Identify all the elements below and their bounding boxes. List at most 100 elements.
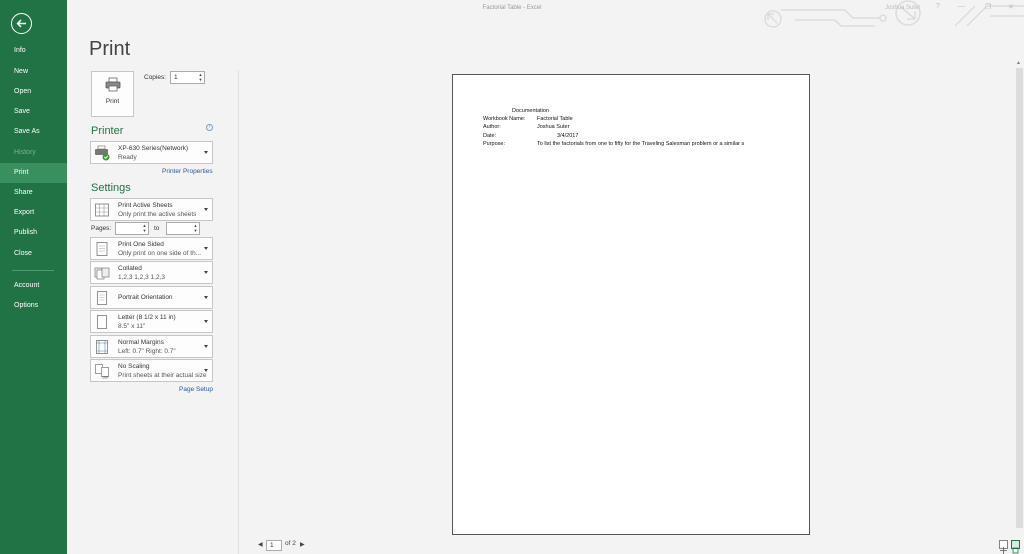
nav-history: History xyxy=(14,149,36,156)
paper-size-sub: 8.5" x 11" xyxy=(118,323,146,330)
nav-new[interactable]: New xyxy=(0,62,67,82)
doc-row-value: Joshua Suter xyxy=(537,124,570,130)
pages-to-spin-icon[interactable]: ▲ ▼ xyxy=(192,223,199,234)
nav-account[interactable]: Account xyxy=(0,276,67,296)
chevron-down-icon xyxy=(204,271,208,274)
pages-from-input[interactable]: ▲ ▼ xyxy=(115,222,149,235)
scaling-title: No Scaling xyxy=(118,363,150,370)
pages-label: Pages: xyxy=(91,225,112,232)
printer-name: XP-630 Series(Network) xyxy=(118,145,189,152)
pages-from-spin-icon[interactable]: ▲ ▼ xyxy=(141,223,148,234)
nav-close[interactable]: Close xyxy=(0,244,67,264)
chevron-down-icon xyxy=(204,208,208,211)
print-what-title: Print Active Sheets xyxy=(118,202,173,209)
paper-size-icon xyxy=(97,315,107,329)
doc-row-label: Purpose: xyxy=(483,141,506,147)
scaling-sub: Print sheets at their actual size xyxy=(118,372,207,379)
close-window-icon[interactable]: ✕ xyxy=(1008,3,1014,11)
print-what-sub: Only print the active sheets xyxy=(118,211,197,218)
collation-sub: 1,2,3 1,2,3 1,2,3 xyxy=(118,274,165,281)
svg-text:100: 100 xyxy=(102,376,108,380)
nav-save-as[interactable]: Save As xyxy=(0,122,67,142)
page-title: Print xyxy=(89,38,131,60)
next-page-icon[interactable]: ▶ xyxy=(300,541,305,548)
margins-sub: Left: 0.7" Right: 0.7" xyxy=(118,348,176,355)
signed-in-user[interactable]: Joshua Suter xyxy=(885,5,920,11)
current-page-input[interactable]: 1 xyxy=(266,540,282,551)
chevron-down-icon xyxy=(204,320,208,323)
nav-info[interactable]: Info xyxy=(0,41,67,61)
doc-row-value: To list the factorials from one to fifty… xyxy=(537,141,745,147)
collated-pages-icon xyxy=(94,267,110,280)
nav-export[interactable]: Export xyxy=(0,203,67,223)
doc-row-value: Factorial Table xyxy=(537,116,573,122)
doc-row-value: 3/4/2017 xyxy=(557,133,579,139)
printer-status: Ready xyxy=(118,154,137,161)
nav-divider xyxy=(12,270,54,271)
copies-spin-icon[interactable]: ▲ ▼ xyxy=(197,72,204,83)
scroll-thumb[interactable] xyxy=(1016,68,1023,528)
doc-row-label: Workbook Name: xyxy=(483,116,526,122)
chevron-down-icon xyxy=(204,151,208,154)
nav-open[interactable]: Open xyxy=(0,82,67,102)
restore-icon[interactable]: ❐ xyxy=(985,3,991,11)
doc-row-label: Author: xyxy=(483,124,501,130)
printer-heading: Printer xyxy=(91,125,124,137)
copies-stepper[interactable]: 1 ▲ ▼ xyxy=(170,71,205,84)
nav-publish[interactable]: Publish xyxy=(0,223,67,243)
collation-select[interactable]: Collated 1,2,3 1,2,3 1,2,3 xyxy=(90,261,213,284)
back-arrow-icon xyxy=(16,19,26,28)
zoom-to-page-button[interactable] xyxy=(1011,540,1020,554)
printer-properties-link[interactable]: Printer Properties xyxy=(162,168,213,175)
print-button-label: Print xyxy=(105,98,120,105)
minimize-icon[interactable]: — xyxy=(958,3,965,10)
margins-select[interactable]: Normal Margins Left: 0.7" Right: 0.7" xyxy=(90,335,213,358)
paper-size-select[interactable]: Letter (8 1/2 x 11 in) 8.5" x 11" xyxy=(90,310,213,333)
sheet-grid-icon xyxy=(95,203,109,217)
nav-print[interactable]: Print xyxy=(0,163,67,183)
print-what-select[interactable]: Print Active Sheets Only print the activ… xyxy=(90,198,213,221)
margins-icon xyxy=(96,340,108,354)
back-button[interactable] xyxy=(11,13,32,34)
no-scaling-icon: 100 xyxy=(95,364,109,380)
show-margins-button[interactable] xyxy=(999,540,1008,554)
margins-toggle-icon xyxy=(1000,547,1007,554)
copies-label: Copies: xyxy=(144,74,167,81)
paper-size-title: Letter (8 1/2 x 11 in) xyxy=(118,314,176,321)
scaling-select[interactable]: 100 No Scaling Print sheets at their act… xyxy=(90,359,213,382)
collation-title: Collated xyxy=(118,265,142,272)
page-setup-link[interactable]: Page Setup xyxy=(179,386,213,393)
chevron-down-icon xyxy=(204,296,208,299)
nav-save[interactable]: Save xyxy=(0,102,67,122)
portrait-page-icon xyxy=(97,291,107,305)
nav-options[interactable]: Options xyxy=(0,296,67,316)
chevron-down-icon xyxy=(204,345,208,348)
info-icon[interactable]: i xyxy=(206,124,213,131)
doc-row-label: Date: xyxy=(483,133,497,139)
sides-title: Print One Sided xyxy=(118,241,164,248)
chevron-down-icon xyxy=(204,247,208,250)
printer-select[interactable]: XP-630 Series(Network) Ready xyxy=(90,141,213,164)
previous-page-icon[interactable]: ◀ xyxy=(258,541,263,548)
pane-divider xyxy=(238,70,239,554)
settings-heading: Settings xyxy=(91,182,131,194)
margins-title: Normal Margins xyxy=(118,339,164,346)
print-preview-page: Documentation Workbook Name: Factorial T… xyxy=(452,74,810,535)
copies-value: 1 xyxy=(174,74,178,81)
sides-select[interactable]: Print One Sided Only print on one side o… xyxy=(90,237,213,260)
page-total: of 2 xyxy=(285,540,296,547)
orientation-title: Portrait Orientation xyxy=(118,294,173,301)
help-icon[interactable]: ? xyxy=(936,3,940,10)
orientation-select[interactable]: Portrait Orientation xyxy=(90,286,213,309)
printer-icon xyxy=(105,77,120,92)
sides-sub: Only print on one side of th... xyxy=(118,250,202,257)
pages-to-input[interactable]: ▲ ▼ xyxy=(166,222,200,235)
scroll-up-icon[interactable]: ▲ xyxy=(1016,60,1021,66)
preview-scrollbar[interactable]: ▲ xyxy=(1015,60,1024,535)
network-printer-icon xyxy=(95,145,110,161)
nav-share[interactable]: Share xyxy=(0,183,67,203)
pages-to-label: to xyxy=(154,225,160,232)
one-sided-page-icon xyxy=(96,242,108,256)
backstage-nav: Info New Open Save Save As History Print… xyxy=(0,0,67,554)
print-button[interactable]: Print xyxy=(91,71,134,117)
